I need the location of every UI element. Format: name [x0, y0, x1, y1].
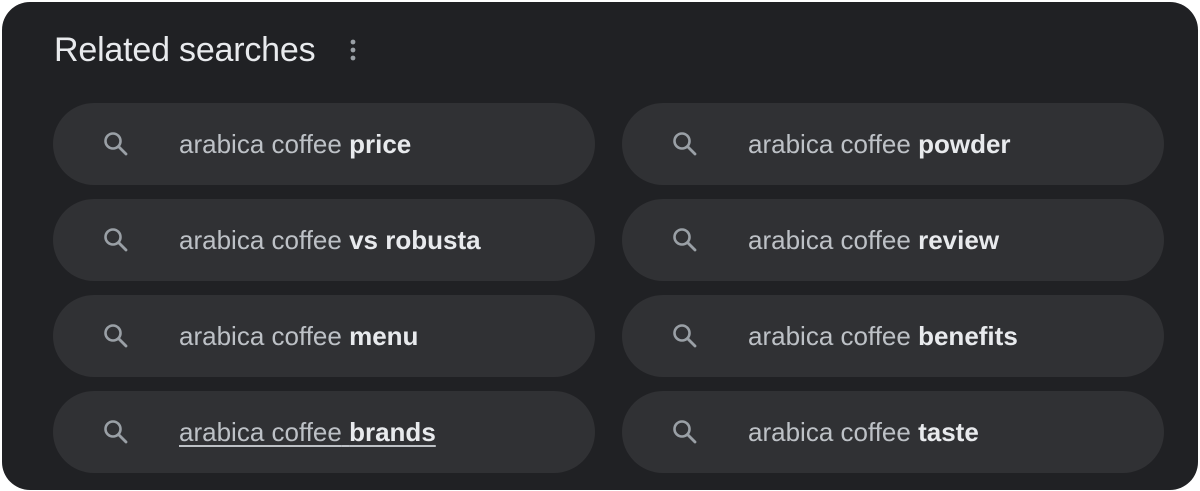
query-suffix: brands	[349, 416, 436, 447]
related-search-chip[interactable]: arabica coffee menu	[53, 295, 595, 377]
search-icon	[103, 227, 129, 253]
more-vert-icon	[351, 39, 356, 61]
search-icon	[103, 419, 129, 445]
query-prefix: arabica coffee	[748, 224, 911, 255]
related-search-label: arabica coffee powder	[748, 129, 1011, 160]
related-search-label: arabica coffee taste	[748, 417, 979, 448]
related-search-label: arabica coffee review	[748, 225, 999, 256]
related-search-label: arabica coffee benefits	[748, 321, 1018, 352]
query-suffix: taste	[918, 416, 979, 447]
search-icon	[103, 131, 129, 157]
related-search-label: arabica coffee menu	[179, 321, 418, 352]
search-icon	[103, 323, 129, 349]
query-prefix: arabica coffee	[748, 416, 911, 447]
related-search-chip[interactable]: arabica coffee brands	[53, 391, 595, 473]
related-search-label: arabica coffee vs robusta	[179, 225, 481, 256]
query-prefix: arabica coffee	[179, 128, 342, 159]
more-options-button[interactable]	[343, 35, 363, 65]
query-prefix: arabica coffee	[748, 128, 911, 159]
query-prefix: arabica coffee	[748, 320, 911, 351]
search-icon	[672, 323, 698, 349]
section-title: Related searches	[54, 30, 316, 69]
related-search-chip[interactable]: arabica coffee price	[53, 103, 595, 185]
search-icon	[672, 227, 698, 253]
query-suffix: price	[349, 128, 412, 159]
query-suffix: review	[918, 224, 1000, 255]
related-search-label: arabica coffee price	[179, 129, 411, 160]
related-search-chip[interactable]: arabica coffee benefits	[622, 295, 1164, 377]
related-search-chip[interactable]: arabica coffee review	[622, 199, 1164, 281]
query-suffix: menu	[349, 320, 419, 351]
query-prefix: arabica coffee	[179, 416, 342, 447]
related-searches-header: Related searches	[54, 28, 363, 72]
query-suffix: powder	[918, 128, 1011, 159]
related-search-chip[interactable]: arabica coffee vs robusta	[53, 199, 595, 281]
search-icon	[672, 131, 698, 157]
related-search-chip[interactable]: arabica coffee taste	[622, 391, 1164, 473]
related-searches-panel: Related searches arabica coffee price ar…	[2, 2, 1198, 490]
related-searches-grid: arabica coffee price arabica coffee powd…	[53, 103, 1164, 473]
query-prefix: arabica coffee	[179, 224, 342, 255]
search-icon	[672, 419, 698, 445]
related-search-label: arabica coffee brands	[179, 417, 436, 448]
query-suffix: benefits	[918, 320, 1018, 351]
query-suffix: vs robusta	[349, 224, 481, 255]
related-search-chip[interactable]: arabica coffee powder	[622, 103, 1164, 185]
query-prefix: arabica coffee	[179, 320, 342, 351]
